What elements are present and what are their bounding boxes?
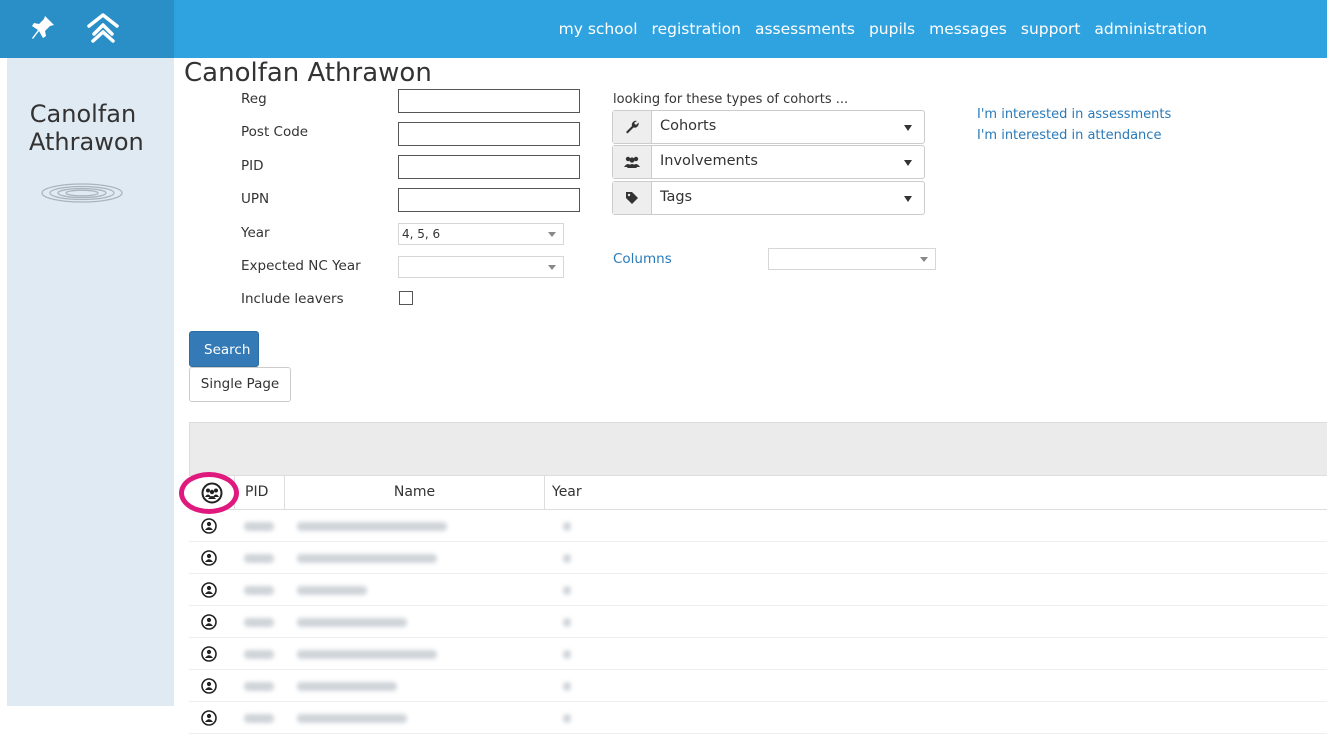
pid-input[interactable] [398, 155, 580, 179]
obscured-pid [244, 650, 274, 659]
table-row[interactable] [189, 510, 1327, 542]
obscured-year [563, 714, 571, 723]
nav-pupils[interactable]: pupils [869, 20, 915, 38]
nav-administration[interactable]: administration [1094, 20, 1207, 38]
nav-my-school[interactable]: my school [559, 20, 638, 38]
obscured-name [297, 522, 447, 531]
interest-links: I'm interested in assessments I'm intere… [977, 104, 1171, 146]
year-select[interactable]: 4, 5, 6 [398, 223, 564, 245]
tag-icon [613, 182, 652, 214]
person-icon[interactable] [201, 646, 217, 666]
sidebar: Canolfan Athrawon [7, 58, 174, 706]
attendance-interest-link[interactable]: I'm interested in attendance [977, 125, 1171, 146]
involvements-dropdown[interactable]: Involvements [612, 145, 925, 179]
chevron-down-icon [904, 160, 912, 166]
table-row[interactable] [189, 638, 1327, 670]
tags-dropdown[interactable]: Tags [612, 181, 925, 215]
person-icon[interactable] [201, 550, 217, 570]
nav-assessments[interactable]: assessments [755, 20, 855, 38]
obscured-year [563, 522, 571, 531]
upn-input[interactable] [398, 188, 580, 212]
obscured-pid [244, 522, 274, 531]
main-nav: my school registration assessments pupil… [559, 0, 1207, 58]
page-title: Canolfan Athrawon [184, 58, 432, 88]
brand-logo-icon [37, 181, 127, 209]
obscured-name [297, 682, 397, 691]
obscured-pid [244, 554, 274, 563]
nav-messages[interactable]: messages [929, 20, 1007, 38]
obscured-pid [244, 618, 274, 627]
assessments-interest-link[interactable]: I'm interested in assessments [977, 104, 1171, 125]
chevron-down-icon [904, 125, 912, 131]
person-icon[interactable] [201, 518, 217, 538]
brand-name: Canolfan Athrawon [29, 100, 144, 156]
year-select-value: 4, 5, 6 [402, 227, 441, 241]
obscured-year [563, 554, 571, 563]
involvements-dropdown-label: Involvements [660, 153, 758, 169]
person-icon[interactable] [201, 614, 217, 634]
chevron-down-icon [904, 196, 912, 202]
obscured-pid [244, 714, 274, 723]
search-button[interactable]: Search [189, 331, 259, 367]
col-header-name[interactable]: Name [285, 476, 545, 509]
include-leavers-label: Include leavers [241, 291, 344, 307]
upn-label: UPN [241, 191, 270, 207]
pin-icon[interactable] [30, 14, 56, 46]
columns-label: Columns [613, 251, 672, 267]
top-left-tools [0, 0, 174, 58]
table-row[interactable] [189, 542, 1327, 574]
obscured-name [297, 618, 407, 627]
grid-toolbar [189, 422, 1327, 476]
chevron-down-icon [548, 232, 556, 237]
wrench-icon [613, 111, 652, 143]
obscured-year [563, 618, 571, 627]
tags-dropdown-label: Tags [660, 189, 693, 205]
postcode-label: Post Code [241, 124, 309, 140]
obscured-name [297, 554, 437, 563]
obscured-name [297, 586, 367, 595]
table-row[interactable] [189, 702, 1327, 734]
col-header-year[interactable]: Year [545, 476, 1327, 509]
postcode-input[interactable] [398, 122, 580, 146]
single-page-button[interactable]: Single Page [189, 367, 291, 402]
chevron-down-icon [548, 265, 556, 270]
obscured-pid [244, 586, 274, 595]
chevron-down-icon [920, 257, 928, 262]
reg-label: Reg [241, 91, 267, 107]
table-row[interactable] [189, 574, 1327, 606]
cohort-types-heading: looking for these types of cohorts ... [613, 92, 849, 107]
obscured-name [297, 714, 407, 723]
expected-nc-year-select[interactable] [398, 256, 564, 278]
obscured-year [563, 586, 571, 595]
grid-header: PID Name Year [189, 476, 1327, 510]
person-icon[interactable] [201, 582, 217, 602]
top-navbar: my school registration assessments pupil… [0, 0, 1327, 58]
highlight-annotation [179, 472, 239, 514]
table-row[interactable] [189, 670, 1327, 702]
include-leavers-checkbox[interactable] [399, 291, 413, 305]
person-icon[interactable] [201, 710, 217, 730]
nav-registration[interactable]: registration [652, 20, 741, 38]
table-row[interactable] [189, 606, 1327, 638]
person-icon[interactable] [201, 678, 217, 698]
group-icon [613, 146, 652, 178]
reg-input[interactable] [398, 89, 580, 113]
columns-select[interactable] [768, 248, 936, 270]
obscured-year [563, 650, 571, 659]
grid-rows [189, 510, 1327, 734]
nav-support[interactable]: support [1021, 20, 1081, 38]
year-label: Year [241, 225, 270, 241]
obscured-name [297, 650, 437, 659]
cohorts-dropdown[interactable]: Cohorts [612, 110, 925, 144]
pid-label: PID [241, 158, 264, 174]
cohorts-dropdown-label: Cohorts [660, 118, 717, 134]
obscured-pid [244, 682, 274, 691]
obscured-year [563, 682, 571, 691]
col-header-pid[interactable]: PID [235, 476, 285, 509]
home-icon[interactable] [86, 12, 120, 48]
expected-nc-year-label: Expected NC Year [241, 258, 361, 274]
